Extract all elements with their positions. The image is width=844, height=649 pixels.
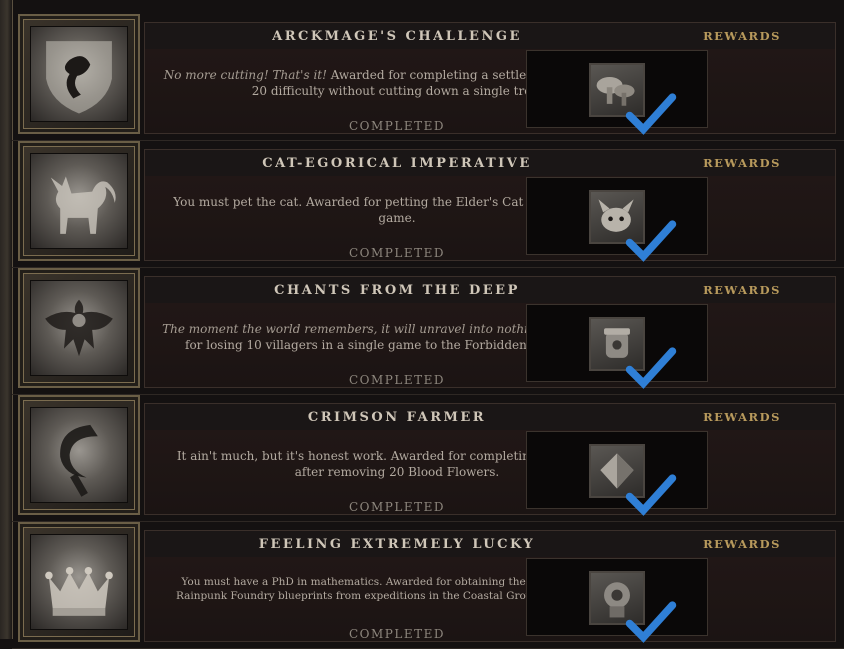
title-bar: CAT-EGORICAL IMPERATIVE: [145, 150, 649, 176]
description-flavor: No more cutting! That's it!: [163, 68, 331, 82]
rewards-label: REWARDS: [649, 277, 835, 303]
crystal-icon[interactable]: [589, 444, 677, 516]
reward-box: [526, 50, 708, 135]
crown-icon: [30, 534, 128, 630]
checkmark-icon: [625, 347, 677, 389]
shield-tree-icon: [30, 26, 128, 122]
reward-box: [526, 558, 708, 643]
achievement-icon-frame: [18, 268, 140, 388]
achievement-row[interactable]: ARCKMAGE'S CHALLENGE No more cutting! Th…: [12, 14, 844, 141]
reward-box: [526, 431, 708, 516]
achievement-icon-frame: [18, 14, 140, 134]
checkmark-icon: [625, 93, 677, 135]
achievement-title: CAT-EGORICAL IMPERATIVE: [262, 156, 532, 171]
rewards-label: REWARDS: [649, 531, 835, 557]
achievement-icon-frame: [18, 522, 140, 642]
checkmark-icon: [625, 601, 677, 643]
achievement-panel: FEELING EXTREMELY LUCKY You must have a …: [144, 530, 836, 642]
cat-icon: [30, 153, 128, 249]
checkmark-icon: [625, 220, 677, 262]
achievement-panel: CRIMSON FARMER It ain't much, but it's h…: [144, 403, 836, 515]
achievement-title: CHANTS FROM THE DEEP: [274, 283, 520, 298]
reward-box: [526, 304, 708, 389]
jar-icon[interactable]: [589, 317, 677, 389]
achievement-row[interactable]: CAT-EGORICAL IMPERATIVE You must pet the…: [12, 141, 844, 268]
rewards-label: REWARDS: [649, 404, 835, 430]
description-flavor: The moment the world remembers, it will …: [162, 322, 579, 336]
reward-box: [526, 177, 708, 262]
achievement-panel: ARCKMAGE'S CHALLENGE No more cutting! Th…: [144, 22, 836, 134]
title-bar: ARCKMAGE'S CHALLENGE: [145, 23, 649, 49]
rewards-label: REWARDS: [649, 150, 835, 176]
title-bar: CRIMSON FARMER: [145, 404, 649, 430]
achievement-panel: CAT-EGORICAL IMPERATIVE You must pet the…: [144, 149, 836, 261]
achievement-title: ARCKMAGE'S CHALLENGE: [272, 29, 522, 44]
title-bar: FEELING EXTREMELY LUCKY: [145, 531, 649, 557]
achievement-icon-frame: [18, 141, 140, 261]
sickle-icon: [30, 407, 128, 503]
achievement-panel: CHANTS FROM THE DEEP The moment the worl…: [144, 276, 836, 388]
fox-creature-icon[interactable]: [589, 190, 677, 262]
checkmark-icon: [625, 474, 677, 516]
bat-demon-icon: [30, 280, 128, 376]
achievement-icon-frame: [18, 395, 140, 515]
rewards-label: REWARDS: [649, 23, 835, 49]
achievement-row[interactable]: CHANTS FROM THE DEEP The moment the worl…: [12, 268, 844, 395]
title-bar: CHANTS FROM THE DEEP: [145, 277, 649, 303]
achievement-row[interactable]: FEELING EXTREMELY LUCKY You must have a …: [12, 522, 844, 649]
gear-machine-icon[interactable]: [589, 571, 677, 643]
achievement-title: CRIMSON FARMER: [307, 410, 487, 425]
mushrooms-icon[interactable]: [589, 63, 677, 135]
achievement-title: FEELING EXTREMELY LUCKY: [258, 537, 536, 552]
achievement-row[interactable]: CRIMSON FARMER It ain't much, but it's h…: [12, 395, 844, 522]
achievement-list: ARCKMAGE'S CHALLENGE No more cutting! Th…: [12, 14, 844, 649]
